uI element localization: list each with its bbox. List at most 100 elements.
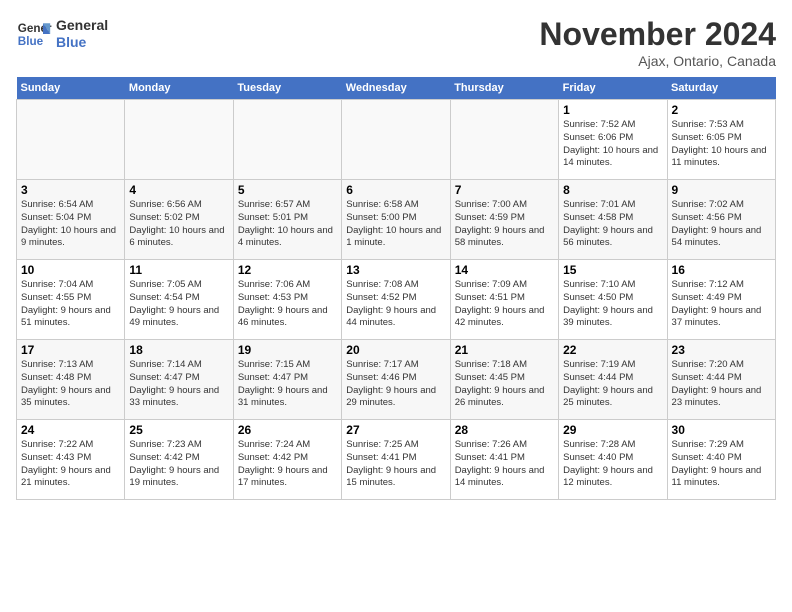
calendar-cell: 23 Sunrise: 7:20 AMSunset: 4:44 PMDayligh… xyxy=(667,340,775,420)
day-number: 15 xyxy=(563,263,662,277)
day-number: 4 xyxy=(129,183,228,197)
calendar-cell xyxy=(233,100,341,180)
calendar-week-5: 24 Sunrise: 7:22 AMSunset: 4:43 PMDayligh… xyxy=(17,420,776,500)
day-number: 8 xyxy=(563,183,662,197)
calendar-cell: 28 Sunrise: 7:26 AMSunset: 4:41 PMDayligh… xyxy=(450,420,558,500)
day-info: Sunrise: 7:24 AMSunset: 4:42 PMDaylight:… xyxy=(238,439,337,490)
day-number: 11 xyxy=(129,263,228,277)
column-header-monday: Monday xyxy=(125,77,233,100)
calendar-cell: 21 Sunrise: 7:18 AMSunset: 4:45 PMDayligh… xyxy=(450,340,558,420)
calendar-cell: 1 Sunrise: 7:52 AMSunset: 6:06 PMDaylight… xyxy=(559,100,667,180)
day-number: 22 xyxy=(563,343,662,357)
day-info: Sunrise: 7:08 AMSunset: 4:52 PMDaylight:… xyxy=(346,279,445,330)
calendar-cell: 16Sunrise: 7:12 AMSunset: 4:49 PMDayligh… xyxy=(667,260,775,340)
day-number: 24 xyxy=(21,423,120,437)
day-info: Sunrise: 6:57 AMSunset: 5:01 PMDaylight:… xyxy=(238,199,337,250)
day-info: Sunrise: 7:18 AMSunset: 4:45 PMDaylight:… xyxy=(455,359,554,410)
day-info: Sunrise: 7:00 AMSunset: 4:59 PMDaylight:… xyxy=(455,199,554,250)
column-header-sunday: Sunday xyxy=(17,77,125,100)
day-info: Sunrise: 7:01 AMSunset: 4:58 PMDaylight:… xyxy=(563,199,662,250)
day-info: Sunrise: 7:19 AMSunset: 4:44 PMDaylight:… xyxy=(563,359,662,410)
calendar-cell: 2 Sunrise: 7:53 AMSunset: 6:05 PMDaylight… xyxy=(667,100,775,180)
calendar-cell: 15Sunrise: 7:10 AMSunset: 4:50 PMDayligh… xyxy=(559,260,667,340)
calendar-cell: 22 Sunrise: 7:19 AMSunset: 4:44 PMDayligh… xyxy=(559,340,667,420)
calendar-cell: 19 Sunrise: 7:15 AMSunset: 4:47 PMDayligh… xyxy=(233,340,341,420)
day-info: Sunrise: 7:14 AMSunset: 4:47 PMDaylight:… xyxy=(129,359,228,410)
day-number: 20 xyxy=(346,343,445,357)
column-header-wednesday: Wednesday xyxy=(342,77,450,100)
day-info: Sunrise: 7:23 AMSunset: 4:42 PMDaylight:… xyxy=(129,439,228,490)
day-number: 29 xyxy=(563,423,662,437)
day-number: 6 xyxy=(346,183,445,197)
calendar-cell: 13 Sunrise: 7:08 AMSunset: 4:52 PMDayligh… xyxy=(342,260,450,340)
column-header-saturday: Saturday xyxy=(667,77,775,100)
day-number: 18 xyxy=(129,343,228,357)
day-info: Sunrise: 7:29 AMSunset: 4:40 PMDaylight:… xyxy=(672,439,771,490)
logo-text: General Blue xyxy=(56,17,108,51)
calendar-cell: 6 Sunrise: 6:58 AMSunset: 5:00 PMDaylight… xyxy=(342,180,450,260)
day-number: 14 xyxy=(455,263,554,277)
day-info: Sunrise: 6:58 AMSunset: 5:00 PMDaylight:… xyxy=(346,199,445,250)
day-info: Sunrise: 7:25 AMSunset: 4:41 PMDaylight:… xyxy=(346,439,445,490)
day-number: 23 xyxy=(672,343,771,357)
day-info: Sunrise: 7:13 AMSunset: 4:48 PMDaylight:… xyxy=(21,359,120,410)
day-info: Sunrise: 6:56 AMSunset: 5:02 PMDaylight:… xyxy=(129,199,228,250)
page-header: General Blue General Blue November 2024 … xyxy=(16,16,776,69)
month-title: November 2024 xyxy=(539,16,776,53)
day-info: Sunrise: 7:12 AMSunset: 4:49 PMDaylight:… xyxy=(672,279,771,330)
day-number: 9 xyxy=(672,183,771,197)
calendar-cell: 24 Sunrise: 7:22 AMSunset: 4:43 PMDayligh… xyxy=(17,420,125,500)
logo: General Blue General Blue xyxy=(16,16,108,52)
calendar-cell: 20 Sunrise: 7:17 AMSunset: 4:46 PMDayligh… xyxy=(342,340,450,420)
calendar-week-4: 17 Sunrise: 7:13 AMSunset: 4:48 PMDayligh… xyxy=(17,340,776,420)
calendar-cell: 11 Sunrise: 7:05 AMSunset: 4:54 PMDayligh… xyxy=(125,260,233,340)
day-info: Sunrise: 7:26 AMSunset: 4:41 PMDaylight:… xyxy=(455,439,554,490)
calendar-cell: 26Sunrise: 7:24 AMSunset: 4:42 PMDayligh… xyxy=(233,420,341,500)
calendar-week-3: 10Sunrise: 7:04 AMSunset: 4:55 PMDayligh… xyxy=(17,260,776,340)
day-info: Sunrise: 7:17 AMSunset: 4:46 PMDaylight:… xyxy=(346,359,445,410)
title-section: November 2024 Ajax, Ontario, Canada xyxy=(539,16,776,69)
column-header-friday: Friday xyxy=(559,77,667,100)
day-info: Sunrise: 7:06 AMSunset: 4:53 PMDaylight:… xyxy=(238,279,337,330)
calendar-cell xyxy=(450,100,558,180)
day-info: Sunrise: 7:53 AMSunset: 6:05 PMDaylight:… xyxy=(672,119,771,170)
calendar-cell: 3 Sunrise: 6:54 AMSunset: 5:04 PMDaylight… xyxy=(17,180,125,260)
calendar-cell xyxy=(125,100,233,180)
calendar-cell xyxy=(17,100,125,180)
calendar-cell: 14 Sunrise: 7:09 AMSunset: 4:51 PMDayligh… xyxy=(450,260,558,340)
column-header-thursday: Thursday xyxy=(450,77,558,100)
calendar-cell: 18 Sunrise: 7:14 AMSunset: 4:47 PMDayligh… xyxy=(125,340,233,420)
calendar-cell: 30Sunrise: 7:29 AMSunset: 4:40 PMDayligh… xyxy=(667,420,775,500)
calendar-header-row: SundayMondayTuesdayWednesdayThursdayFrid… xyxy=(17,77,776,100)
day-number: 21 xyxy=(455,343,554,357)
day-info: Sunrise: 7:15 AMSunset: 4:47 PMDaylight:… xyxy=(238,359,337,410)
day-info: Sunrise: 7:28 AMSunset: 4:40 PMDaylight:… xyxy=(563,439,662,490)
calendar-cell: 7 Sunrise: 7:00 AMSunset: 4:59 PMDaylight… xyxy=(450,180,558,260)
day-number: 13 xyxy=(346,263,445,277)
calendar-cell: 25 Sunrise: 7:23 AMSunset: 4:42 PMDayligh… xyxy=(125,420,233,500)
day-info: Sunrise: 7:05 AMSunset: 4:54 PMDaylight:… xyxy=(129,279,228,330)
calendar-cell: 9Sunrise: 7:02 AMSunset: 4:56 PMDaylight… xyxy=(667,180,775,260)
day-number: 25 xyxy=(129,423,228,437)
logo-icon: General Blue xyxy=(16,16,52,52)
day-number: 7 xyxy=(455,183,554,197)
calendar-cell: 17 Sunrise: 7:13 AMSunset: 4:48 PMDayligh… xyxy=(17,340,125,420)
day-number: 28 xyxy=(455,423,554,437)
day-number: 3 xyxy=(21,183,120,197)
calendar-cell: 27Sunrise: 7:25 AMSunset: 4:41 PMDayligh… xyxy=(342,420,450,500)
day-number: 17 xyxy=(21,343,120,357)
day-info: Sunrise: 6:54 AMSunset: 5:04 PMDaylight:… xyxy=(21,199,120,250)
calendar-cell: 29 Sunrise: 7:28 AMSunset: 4:40 PMDayligh… xyxy=(559,420,667,500)
day-number: 1 xyxy=(563,103,662,117)
day-info: Sunrise: 7:22 AMSunset: 4:43 PMDaylight:… xyxy=(21,439,120,490)
calendar-cell: 5 Sunrise: 6:57 AMSunset: 5:01 PMDaylight… xyxy=(233,180,341,260)
day-info: Sunrise: 7:09 AMSunset: 4:51 PMDaylight:… xyxy=(455,279,554,330)
day-number: 19 xyxy=(238,343,337,357)
calendar-cell: 12 Sunrise: 7:06 AMSunset: 4:53 PMDayligh… xyxy=(233,260,341,340)
day-number: 12 xyxy=(238,263,337,277)
day-info: Sunrise: 7:52 AMSunset: 6:06 PMDaylight:… xyxy=(563,119,662,170)
day-number: 2 xyxy=(672,103,771,117)
day-number: 5 xyxy=(238,183,337,197)
day-info: Sunrise: 7:04 AMSunset: 4:55 PMDaylight:… xyxy=(21,279,120,330)
day-info: Sunrise: 7:20 AMSunset: 4:44 PMDaylight:… xyxy=(672,359,771,410)
